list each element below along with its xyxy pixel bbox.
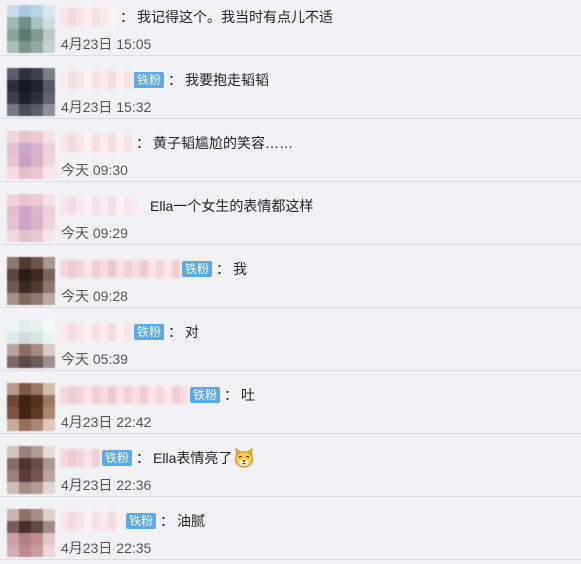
comment-row: 铁粉： Ella表情亮了 4月23日 22:36 bbox=[0, 434, 581, 497]
comment-line: 铁粉：我 bbox=[60, 259, 247, 279]
comment-row: ：黄子韬尴尬的笑容…… 今天 09:30 bbox=[0, 119, 581, 182]
comment-separator: ： bbox=[224, 387, 239, 403]
comment-text: 黄子韬尴尬的笑容…… bbox=[153, 135, 293, 151]
comment-timestamp: 4月23日 22:36 bbox=[61, 477, 152, 493]
fan-badge: 铁粉 bbox=[182, 261, 213, 277]
comment-timestamp: 4月23日 22:42 bbox=[61, 414, 152, 430]
comment-row: 铁粉：对今天 05:39 bbox=[0, 308, 581, 371]
comment-separator: ： bbox=[160, 513, 175, 529]
comment-separator: ： bbox=[120, 9, 134, 25]
username-blurred[interactable] bbox=[60, 323, 132, 341]
avatar[interactable] bbox=[7, 5, 55, 53]
fan-badge: 铁粉 bbox=[134, 72, 165, 88]
avatar[interactable] bbox=[7, 383, 55, 431]
avatar[interactable] bbox=[7, 131, 55, 179]
comment-row: 铁粉：我今天 09:28 bbox=[0, 245, 581, 308]
comment-line: 铁粉：对 bbox=[60, 322, 199, 342]
fan-badge: 铁粉 bbox=[126, 513, 157, 529]
comment-line: Ella一个女生的表情都这样 bbox=[60, 196, 313, 216]
fan-badge: 铁粉 bbox=[134, 324, 165, 340]
comment-text: 我要抱走韬韬 bbox=[185, 72, 270, 88]
username-blurred[interactable] bbox=[60, 260, 180, 278]
comment-text: 对 bbox=[185, 324, 200, 340]
avatar[interactable] bbox=[7, 320, 55, 368]
avatar[interactable] bbox=[7, 68, 55, 116]
username-blurred[interactable] bbox=[60, 8, 116, 26]
comment-text: 油腻 bbox=[177, 513, 206, 529]
username-blurred[interactable] bbox=[60, 71, 132, 89]
username-blurred[interactable] bbox=[60, 197, 140, 215]
comment-timestamp: 4月23日 22:35 bbox=[61, 540, 152, 556]
avatar[interactable] bbox=[7, 446, 55, 494]
doge-face-emoji bbox=[235, 448, 254, 468]
comment-line: ：黄子韬尴尬的笑容…… bbox=[60, 133, 293, 153]
comment-separator: ： bbox=[168, 324, 183, 340]
avatar[interactable] bbox=[7, 257, 55, 305]
comment-text: Ella表情亮了 bbox=[153, 450, 233, 466]
comment-line: ：我记得这个。我当时有点儿不适 bbox=[60, 7, 333, 27]
fan-badge: 铁粉 bbox=[102, 450, 133, 466]
comment-line: 铁粉：吐 bbox=[60, 385, 255, 405]
comment-line: 铁粉： Ella表情亮了 bbox=[60, 448, 255, 468]
comment-separator: ： bbox=[168, 72, 183, 88]
avatar[interactable] bbox=[7, 509, 55, 557]
comment-row: 铁粉：油腻 4月23日 22:35 bbox=[0, 497, 581, 560]
comment-line: 铁粉：我要抱走韬韬 bbox=[60, 70, 269, 90]
username-blurred[interactable] bbox=[60, 386, 188, 404]
comment-timestamp: 今天 09:29 bbox=[61, 225, 128, 241]
comment-line: 铁粉：油腻 bbox=[60, 511, 205, 531]
comment-timestamp: 今天 05:39 bbox=[61, 351, 128, 367]
comment-row: 铁粉：我要抱走韬韬 4月23日 15:32 bbox=[0, 56, 581, 119]
comment-separator: ： bbox=[136, 450, 151, 466]
username-blurred[interactable] bbox=[60, 134, 132, 152]
comment-text: 我记得这个。我当时有点儿不适 bbox=[137, 9, 333, 25]
comment-separator: ： bbox=[136, 135, 150, 151]
fan-badge: 铁粉 bbox=[190, 387, 221, 403]
comment-timestamp: 4月23日 15:32 bbox=[61, 99, 152, 115]
comment-timestamp: 4月23日 15:05 bbox=[61, 36, 152, 52]
avatar[interactable] bbox=[7, 194, 55, 242]
comment-row: Ella一个女生的表情都这样今天 09:29 bbox=[0, 182, 581, 245]
comment-separator: ： bbox=[216, 261, 231, 277]
comment-timestamp: 今天 09:30 bbox=[61, 162, 128, 178]
comment-timestamp: 今天 09:28 bbox=[61, 288, 128, 304]
username-blurred[interactable] bbox=[60, 449, 100, 467]
comment-row: 铁粉：吐 4月23日 22:42 bbox=[0, 371, 581, 434]
comment-list: ：我记得这个。我当时有点儿不适 4月23日 15:05 铁粉：我要抱走韬韬 4月23日… bbox=[0, 0, 581, 560]
comment-text: 吐 bbox=[241, 387, 256, 403]
username-blurred[interactable] bbox=[60, 512, 124, 530]
comment-text: 我 bbox=[233, 261, 248, 277]
comment-row: ：我记得这个。我当时有点儿不适 4月23日 15:05 bbox=[0, 0, 581, 56]
comment-text: Ella一个女生的表情都这样 bbox=[150, 198, 314, 214]
